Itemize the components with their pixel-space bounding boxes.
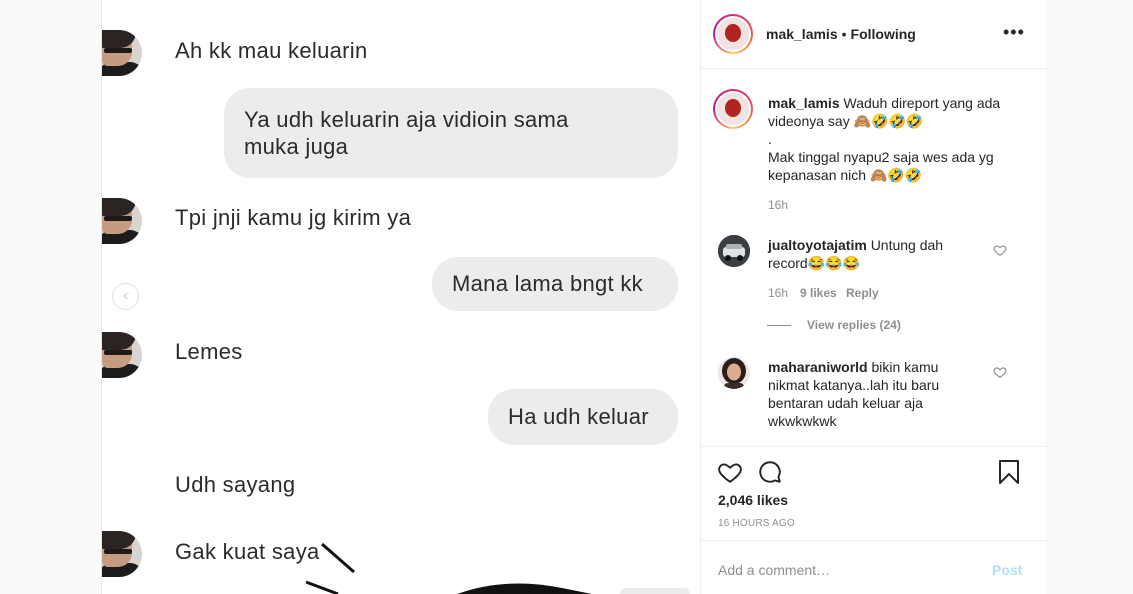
like-count[interactable]: 2,046 likes xyxy=(718,492,788,508)
reply-button[interactable]: Reply xyxy=(846,286,879,300)
chat-message-incoming: Ah kk mau keluarin xyxy=(175,38,368,63)
scribble-overlay xyxy=(305,542,690,594)
comment-like-heart-icon[interactable] xyxy=(993,243,1007,257)
comment-username[interactable]: jualtoyotajatim xyxy=(768,237,867,253)
replies-divider xyxy=(767,325,791,327)
comment-line: wkwkwkwk xyxy=(768,413,837,429)
bookmark-icon[interactable] xyxy=(997,459,1021,485)
comment-timestamp[interactable]: 16h xyxy=(768,286,788,300)
comment-likes[interactable]: 9 likes xyxy=(800,286,837,300)
comment-like-heart-icon[interactable] xyxy=(993,365,1007,379)
post-caption: mak_lamis Waduh direport yang ada videon… xyxy=(768,94,1008,184)
chat-avatar xyxy=(102,198,142,244)
chat-message-incoming: Lemes xyxy=(175,339,243,364)
post-header: mak_lamis • Following ••• xyxy=(701,0,1047,69)
comment-bubble-icon[interactable] xyxy=(757,459,783,485)
comment: jualtoyotajatim Untung dah record😂😂😂 xyxy=(768,236,1008,272)
caption-line: Waduh direport yang ada xyxy=(843,95,1001,111)
comment: maharaniworld bikin kamu nikmat katanya.… xyxy=(768,358,1008,430)
view-replies-button[interactable]: View replies (24) xyxy=(767,318,901,332)
comment-avatar[interactable] xyxy=(718,357,750,389)
caption-username[interactable]: mak_lamis xyxy=(768,95,840,111)
chat-message-line: muka juga xyxy=(244,134,349,159)
car-icon xyxy=(718,235,750,267)
caption-line: . xyxy=(768,131,772,147)
comment-username[interactable]: maharaniworld xyxy=(768,359,868,375)
chat-avatar xyxy=(102,531,142,577)
comment-line: Untung dah xyxy=(870,237,944,253)
comment-avatar[interactable] xyxy=(718,235,750,267)
more-options-icon[interactable]: ••• xyxy=(1003,22,1025,43)
chevron-left-icon: ‹ xyxy=(122,287,129,304)
comment-line: bentaran udah keluar aja xyxy=(768,395,923,411)
post-comment-button[interactable]: Post xyxy=(992,562,1022,578)
chat-message-incoming: Tpi jnji kamu jg kirim ya xyxy=(175,205,412,230)
author-username[interactable]: mak_lamis xyxy=(766,26,838,42)
chat-message-incoming: Udh sayang xyxy=(175,472,296,497)
caption-line: videonya say 🙈🤣🤣🤣 xyxy=(768,113,924,129)
chat-message-outgoing: Mana lama bngt kk xyxy=(432,257,678,311)
chat-message-incoming: Gak kuat saya xyxy=(175,539,320,564)
like-heart-icon[interactable] xyxy=(717,459,743,485)
post-author: mak_lamis • Following xyxy=(766,26,916,42)
following-button[interactable]: Following xyxy=(851,26,916,42)
chat-avatar xyxy=(102,30,142,76)
view-replies-label: View replies (24) xyxy=(807,318,901,332)
chat-message-outgoing: Ya udh keluarin aja vidioin sama muka ju… xyxy=(224,88,678,178)
caption-line: kepanasan nich 🙈🤣🤣 xyxy=(768,167,923,183)
caption-timestamp[interactable]: 16h xyxy=(768,198,788,212)
post-timestamp[interactable]: 16 HOURS AGO xyxy=(718,518,795,529)
page-background xyxy=(1046,0,1133,594)
header-separator: • xyxy=(841,26,847,42)
instagram-post-view: Ah kk mau keluarin Ya udh keluarin aja v… xyxy=(0,0,1133,594)
comment-line: bikin kamu xyxy=(871,359,939,375)
chat-message-outgoing: Ha udh keluar xyxy=(488,389,678,445)
add-comment-input[interactable]: Add a comment… xyxy=(718,562,830,578)
chat-avatar xyxy=(102,332,142,378)
post-sidebar: mak_lamis • Following ••• mak_lamis Waduh … xyxy=(700,0,1047,594)
author-avatar[interactable] xyxy=(713,14,753,54)
chat-message-line: Ya udh keluarin aja vidioin sama xyxy=(244,107,569,132)
comment-line: record😂😂😂 xyxy=(768,255,860,271)
previous-slide-button[interactable]: ‹ xyxy=(112,283,139,310)
user-photo-icon xyxy=(718,357,750,389)
post-media: Ah kk mau keluarin Ya udh keluarin aja v… xyxy=(102,0,700,594)
caption-author-avatar[interactable] xyxy=(713,89,753,129)
caption-line: Mak tinggal nyapu2 saja wes ada yg xyxy=(768,149,994,165)
comment-line: nikmat katanya..lah itu baru xyxy=(768,377,940,393)
add-comment-bar: Add a comment… Post xyxy=(701,540,1047,594)
